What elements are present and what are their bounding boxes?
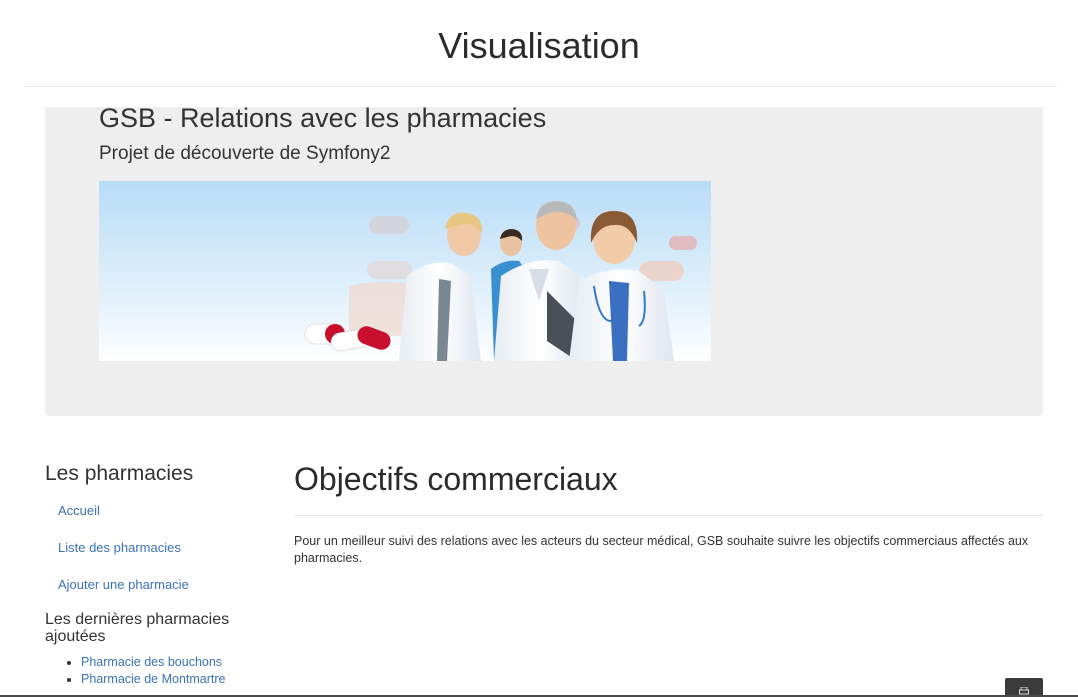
page-title: Visualisation xyxy=(438,25,640,66)
sidebar-link-ajouter-pharmacie[interactable]: Ajouter une pharmacie xyxy=(58,576,189,594)
banner-image xyxy=(99,181,711,361)
sidebar-link-accueil[interactable]: Accueil xyxy=(58,502,100,520)
sidebar-link-liste-pharmacies[interactable]: Liste des pharmacies xyxy=(58,539,181,557)
main-divider xyxy=(294,515,1043,516)
site-subtitle: Projet de découverte de Symfony2 xyxy=(99,143,391,164)
main-heading: Objectifs commerciaux xyxy=(294,461,618,497)
recent-pharmacies-list: Pharmacie des bouchons Pharmacie de Mont… xyxy=(63,654,226,688)
recent-pharmacy-link[interactable]: Pharmacie des bouchons xyxy=(81,655,222,669)
recent-pharmacies-heading: Les dernières pharmacies ajoutées xyxy=(45,611,230,645)
sidebar-heading: Les pharmacies xyxy=(45,462,194,485)
print-icon xyxy=(1019,687,1029,695)
title-divider xyxy=(25,86,1058,87)
site-title: GSB - Relations avec les pharmacies xyxy=(99,103,547,133)
main-description: Pour un meilleur suivi des relations ave… xyxy=(294,534,1029,565)
list-item: Pharmacie de Montmartre xyxy=(81,671,226,688)
jumbotron: GSB - Relations avec les pharmacies Proj… xyxy=(45,103,1043,416)
list-item: Pharmacie des bouchons xyxy=(81,654,226,671)
recent-pharmacy-link[interactable]: Pharmacie de Montmartre xyxy=(81,672,226,686)
